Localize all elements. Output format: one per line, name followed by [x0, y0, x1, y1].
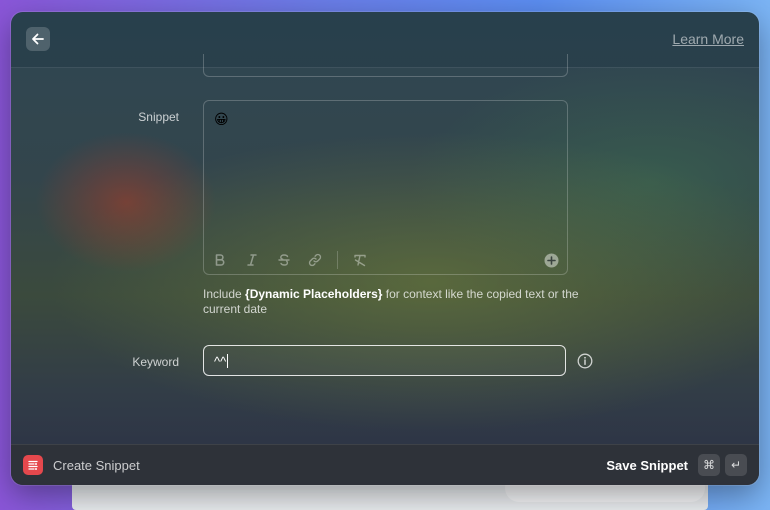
strikethrough-icon[interactable] — [276, 252, 292, 268]
previous-field[interactable] — [203, 54, 568, 77]
add-placeholder-icon[interactable] — [543, 252, 559, 268]
back-button[interactable] — [26, 27, 50, 51]
toolbar-separator — [337, 251, 338, 269]
italic-icon[interactable] — [244, 252, 260, 268]
create-snippet-window: Learn More Snippet 😀 Include {Dynamic Pl… — [11, 12, 759, 485]
return-key-icon: ↵ — [725, 454, 747, 476]
snippet-content[interactable]: 😀 — [214, 112, 229, 128]
info-icon[interactable] — [577, 353, 593, 369]
keyword-value: ^^ — [214, 354, 227, 369]
snippet-label: Snippet — [138, 110, 179, 124]
arrow-left-icon — [32, 33, 44, 45]
footer-title: Create Snippet — [53, 458, 140, 473]
snippet-editor[interactable]: 😀 — [203, 100, 568, 275]
snippet-app-icon — [23, 455, 43, 475]
footer-bar: Create Snippet Save Snippet ⌘ ↵ — [11, 444, 759, 485]
bold-icon[interactable] — [212, 252, 228, 268]
text-caret — [227, 354, 229, 368]
keyword-label: Keyword — [132, 355, 179, 369]
formatting-toolbar — [204, 246, 567, 274]
link-icon[interactable] — [307, 252, 323, 268]
placeholder-hint: Include {Dynamic Placeholders} for conte… — [203, 287, 583, 317]
learn-more-link[interactable]: Learn More — [672, 31, 744, 47]
clear-format-icon[interactable] — [352, 252, 368, 268]
command-key-icon: ⌘ — [698, 454, 720, 476]
hint-prefix: Include — [203, 287, 246, 301]
dynamic-placeholders-link[interactable]: {Dynamic Placeholders} — [245, 287, 382, 301]
save-snippet-button[interactable]: Save Snippet — [606, 458, 688, 473]
keyword-input[interactable]: ^^ — [203, 345, 566, 376]
